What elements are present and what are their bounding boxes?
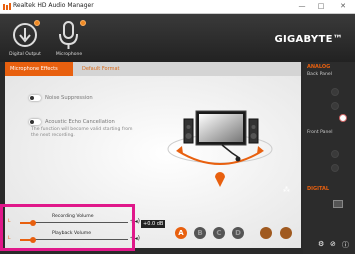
tab-default-format[interactable]: Default Format xyxy=(77,62,124,76)
button-b[interactable]: B xyxy=(194,227,206,239)
noise-suppression-label: Noise Suppression xyxy=(45,95,93,101)
noise-suppression-toggle[interactable] xyxy=(29,95,41,101)
device-digital-output[interactable]: Digital Output xyxy=(4,18,46,60)
app-icon xyxy=(3,3,11,10)
jack-port[interactable] xyxy=(331,164,339,172)
connector-panel: ANALOG Back Panel Front Panel DIGITAL ⚙ … xyxy=(303,62,355,254)
echo-cancellation-label: Acoustic Echo Cancellation xyxy=(45,119,115,125)
brand-logo: GIGABYTE™ xyxy=(274,34,343,45)
title-bar: Realtek HD Audio Manager — □ ✕ xyxy=(0,0,355,14)
window-title: Realtek HD Audio Manager xyxy=(13,2,94,9)
device-label: Microphone xyxy=(55,52,83,57)
digital-heading: DIGITAL xyxy=(307,186,330,192)
maximize-button[interactable]: □ xyxy=(315,2,327,11)
status-badge xyxy=(80,20,86,26)
digital-port[interactable] xyxy=(333,200,343,208)
device-label: Digital Output xyxy=(9,52,41,57)
button-a[interactable]: A xyxy=(175,227,187,239)
check-button-2[interactable] xyxy=(280,227,292,239)
jack-port[interactable] xyxy=(331,150,339,158)
status-badge xyxy=(34,20,40,26)
effects-note: The function will become valid starting … xyxy=(31,127,133,139)
settings-icon[interactable]: ⚙ xyxy=(318,240,324,248)
tab-microphone-effects[interactable]: Microphone Effects xyxy=(5,62,73,76)
button-d[interactable]: D xyxy=(232,227,244,239)
check-button-1[interactable] xyxy=(260,227,272,239)
jack-port[interactable] xyxy=(331,88,339,96)
back-panel-label: Back Panel xyxy=(307,72,333,77)
analog-heading: ANALOG xyxy=(307,64,331,70)
location-pin-icon xyxy=(215,172,225,187)
jack-port-active[interactable] xyxy=(339,114,347,122)
audio-manager-window: Realtek HD Audio Manager — □ ✕ Digital O… xyxy=(0,0,355,254)
front-panel-label: Front Panel xyxy=(307,130,333,135)
highlight-box xyxy=(0,204,135,251)
minimize-button[interactable]: — xyxy=(296,2,308,11)
button-c[interactable]: C xyxy=(213,227,225,239)
close-button[interactable]: ✕ xyxy=(337,2,349,11)
db-readout: +0.0 dB xyxy=(141,220,166,228)
note-line: the next recording. xyxy=(31,133,75,138)
speaker-config-icon[interactable]: ⁂ xyxy=(283,186,290,194)
tab-bar: Microphone Effects Default Format xyxy=(5,62,301,76)
jack-port[interactable] xyxy=(331,102,339,110)
options-icon[interactable]: ⊘ xyxy=(330,240,336,248)
echo-cancellation-toggle[interactable] xyxy=(29,119,41,125)
device-microphone[interactable]: Microphone xyxy=(48,18,90,60)
device-header: Digital Output Microphone GIGABYTE™ xyxy=(0,14,355,62)
info-icon[interactable]: ⓘ xyxy=(342,240,349,250)
